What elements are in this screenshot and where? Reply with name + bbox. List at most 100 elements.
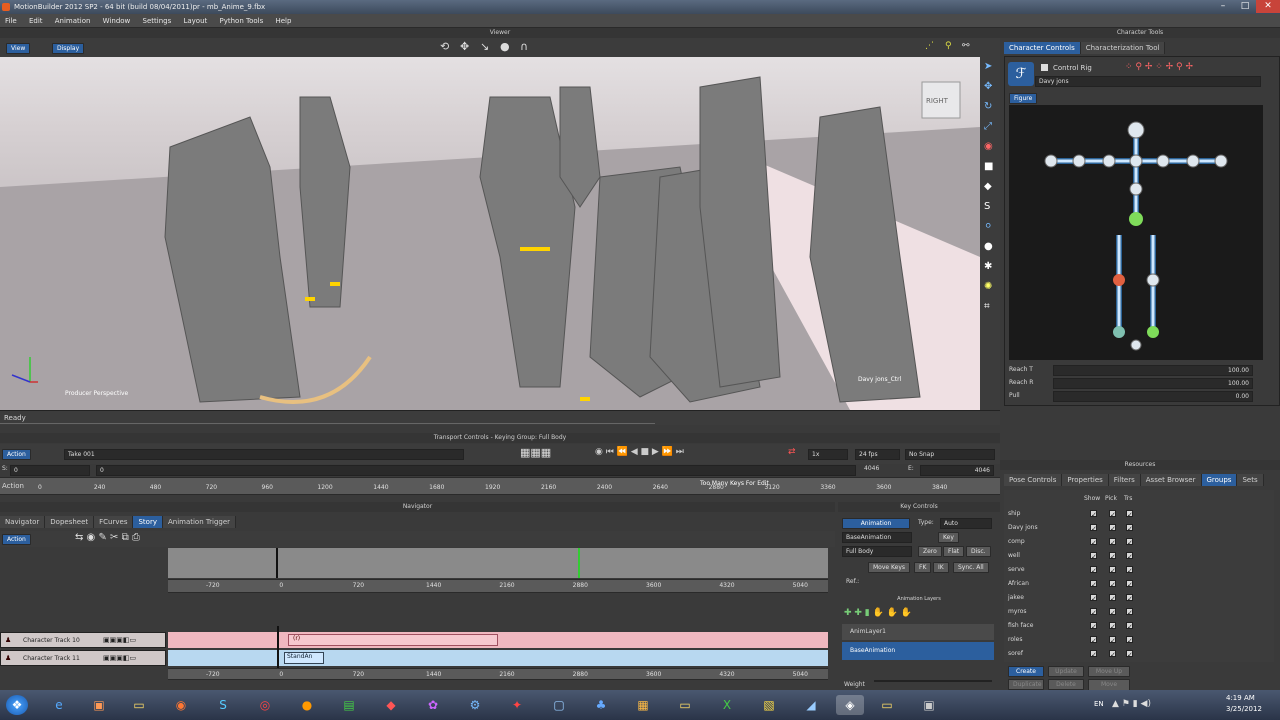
story-bottom-ruler[interactable]: -720 0 720 1440 2160 2880 3600 4320 5040 — [168, 668, 828, 680]
clip-track-11[interactable]: StandAn — [284, 652, 324, 664]
end-field[interactable]: 4046 — [920, 465, 994, 476]
translate-tool-icon[interactable]: ✥ — [460, 40, 469, 53]
light-icon[interactable]: ◆ — [984, 181, 992, 192]
character-select[interactable]: Davy jons — [1035, 76, 1261, 87]
weight-field[interactable] — [874, 680, 992, 682]
playback-controls[interactable]: ◉ ⏮ ⏪ ◀ ■ ▶ ⏩ ⏭ — [595, 447, 684, 457]
group-checkbox[interactable] — [1090, 522, 1097, 536]
animation-button[interactable]: Animation — [842, 518, 910, 529]
group-checkbox[interactable] — [1109, 606, 1116, 620]
group-checkbox[interactable] — [1109, 648, 1116, 662]
folder-icon[interactable]: ▭ — [128, 695, 150, 715]
menu-layout[interactable]: Layout — [178, 14, 212, 28]
tab-properties[interactable]: Properties — [1062, 474, 1109, 486]
group-checkbox[interactable] — [1109, 536, 1116, 550]
app-icon[interactable]: ▧ — [758, 695, 780, 715]
tray-icons[interactable]: ▲ ⚑ ▮ ◀) — [1112, 699, 1151, 709]
transport-timeline[interactable]: Action 0 240 480 720 960 1200 1440 1680 1920 2160… — [0, 477, 1000, 495]
select-tool-icon[interactable]: ● — [500, 40, 510, 53]
group-checkbox[interactable] — [1090, 564, 1097, 578]
body-select[interactable]: Full Body — [842, 546, 912, 557]
null-icon[interactable]: ● — [984, 241, 993, 252]
story-time-cursor[interactable] — [276, 548, 278, 578]
scale-tool-icon[interactable]: ↘ — [480, 40, 489, 53]
app-icon[interactable]: ♣ — [590, 695, 612, 715]
clip-track-10[interactable]: (r) — [288, 634, 498, 646]
tab-dopesheet[interactable]: Dopesheet — [45, 516, 95, 528]
group-row[interactable]: fish face — [1004, 619, 1274, 634]
control-rig-checkbox[interactable] — [1041, 64, 1048, 71]
group-checkbox[interactable] — [1109, 634, 1116, 648]
group-checkbox[interactable] — [1090, 536, 1097, 550]
pose-icon[interactable]: ⋰ — [925, 41, 934, 51]
create-button[interactable]: Create — [1008, 666, 1044, 677]
frame-mode-icon[interactable]: ▦▦▦ — [520, 446, 551, 459]
app-icon[interactable]: ▤ — [338, 695, 360, 715]
app-icon[interactable]: ◆ — [380, 695, 402, 715]
group-checkbox[interactable] — [1126, 620, 1133, 634]
move-icon[interactable]: ✥ — [984, 81, 992, 92]
fk-button[interactable]: FK — [914, 562, 932, 573]
rotate-tool-icon[interactable]: ⟲ — [440, 40, 449, 53]
group-checkbox[interactable] — [1109, 592, 1116, 606]
group-checkbox[interactable] — [1090, 620, 1097, 634]
fps-select[interactable]: 24 fps — [855, 449, 900, 460]
view-button[interactable]: View — [6, 43, 31, 54]
track-10-lane[interactable]: (r) — [168, 632, 828, 648]
menu-window[interactable]: Window — [98, 14, 136, 28]
track-row[interactable]: ♟ Character Track 10 ▣▣▣◧▭ — [0, 632, 166, 648]
menu-python-tools[interactable]: Python Tools — [215, 14, 269, 28]
app-icon[interactable]: ✿ — [422, 695, 444, 715]
excel-icon[interactable]: X — [716, 695, 738, 715]
marker-icon[interactable]: ✱ — [984, 261, 992, 272]
reach-t-value[interactable]: 100.00 — [1053, 365, 1253, 376]
group-row[interactable]: serve — [1004, 563, 1274, 578]
app-icon[interactable]: ▭ — [674, 695, 696, 715]
duplicate-button[interactable]: Duplicate — [1008, 679, 1044, 690]
story-tools-icon[interactable]: ⇆ ◉ ✎ ✂ ⧉ ⎙ — [75, 532, 140, 543]
transport-mode-button[interactable]: Action — [2, 449, 31, 460]
loop-icon[interactable]: ⇄ — [788, 447, 796, 457]
app-icon[interactable]: ▭ — [876, 695, 898, 715]
flat-button[interactable]: Flat — [943, 546, 965, 557]
sync-all-button[interactable]: Sync. All — [953, 562, 989, 573]
app-icon[interactable]: ▣ — [918, 695, 940, 715]
tab-sets[interactable]: Sets — [1237, 474, 1264, 486]
app-icon[interactable]: ▢ — [548, 695, 570, 715]
link-icon[interactable]: ⚯ — [962, 41, 970, 51]
close-button[interactable]: ✕ — [1256, 0, 1280, 13]
type-select[interactable]: Auto — [940, 518, 992, 529]
group-checkbox[interactable] — [1109, 550, 1116, 564]
track-row[interactable]: ♟ Character Track 11 ▣▣▣◧▭ — [0, 650, 166, 666]
explorer-icon[interactable]: ▣ — [88, 695, 110, 715]
language-indicator[interactable]: EN — [1094, 700, 1104, 708]
menu-settings[interactable]: Settings — [138, 14, 177, 28]
group-checkbox[interactable] — [1126, 550, 1133, 564]
menu-animation[interactable]: Animation — [50, 14, 96, 28]
firefox-icon[interactable]: ◉ — [170, 695, 192, 715]
group-checkbox[interactable] — [1109, 508, 1116, 522]
tab-filters[interactable]: Filters — [1108, 474, 1141, 486]
figure-display[interactable] — [1009, 105, 1263, 360]
menu-edit[interactable]: Edit — [24, 14, 48, 28]
menu-help[interactable]: Help — [270, 14, 296, 28]
delete-button[interactable]: Delete — [1048, 679, 1084, 690]
story-mode-button[interactable]: Action — [2, 534, 31, 545]
app-icon[interactable]: ▦ — [632, 695, 654, 715]
group-row[interactable]: Davy jons — [1004, 521, 1274, 536]
group-checkbox[interactable] — [1126, 592, 1133, 606]
group-checkbox[interactable] — [1090, 634, 1097, 648]
story-edit-area[interactable] — [168, 548, 828, 578]
track-toggles[interactable]: ▣▣▣◧▭ — [103, 636, 136, 644]
rig-tools-icon[interactable]: ⁘ ⚲ ✢ ⁘ ✢ ⚲ ✢ — [1125, 62, 1193, 72]
group-checkbox[interactable] — [1090, 578, 1097, 592]
tab-pose-controls[interactable]: Pose Controls — [1004, 474, 1063, 486]
group-checkbox[interactable] — [1126, 634, 1133, 648]
view-cube-label[interactable]: RIGHT — [926, 97, 948, 105]
current-frame-field[interactable]: 0 — [96, 465, 856, 476]
tab-asset-browser[interactable]: Asset Browser — [1140, 474, 1202, 486]
start-field[interactable]: 0 — [10, 465, 90, 476]
group-row[interactable]: ship — [1004, 507, 1274, 522]
ik-button[interactable]: IK — [933, 562, 949, 573]
group-checkbox[interactable] — [1090, 550, 1097, 564]
